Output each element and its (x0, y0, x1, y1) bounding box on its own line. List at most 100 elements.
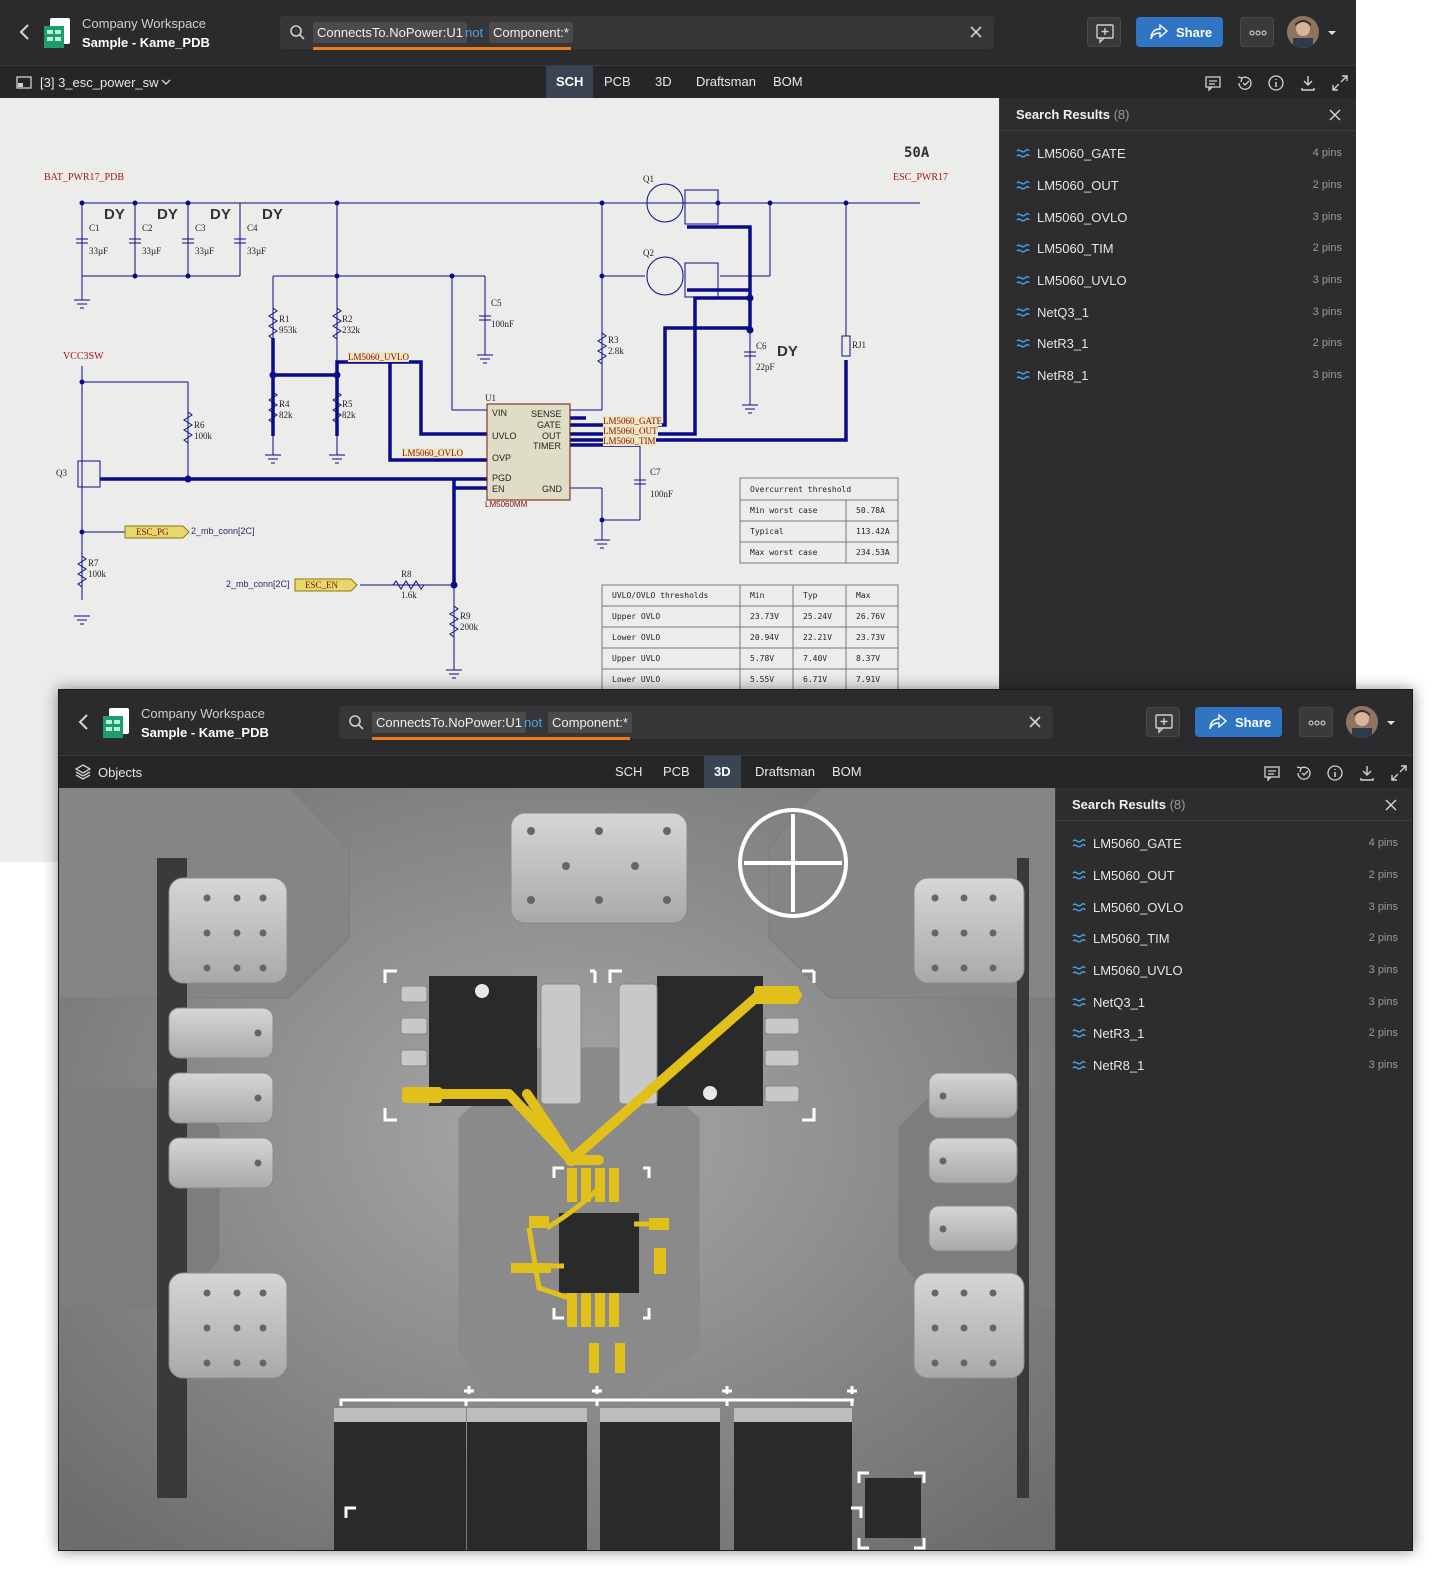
tab-draftsman[interactable]: Draftsman (686, 66, 766, 98)
component-ref[interactable]: R4 (279, 399, 290, 409)
search-result-item[interactable]: NetQ3_1 3 pins (1072, 993, 1398, 1013)
info-icon[interactable] (1326, 764, 1344, 782)
component-ref[interactable]: RJ1 (852, 340, 866, 350)
search-bar[interactable]: ConnectsTo.NoPower:U1 not Component:* (280, 16, 994, 50)
search-result-item[interactable]: LM5060_OVLO 3 pins (1072, 898, 1398, 918)
clear-search-icon[interactable] (1027, 714, 1043, 730)
search-result-item[interactable]: LM5060_TIM 2 pins (1016, 239, 1342, 259)
search-bar[interactable]: ConnectsTo.NoPower:U1 not Component:* (339, 706, 1053, 740)
net-label-tim[interactable]: LM5060_TIM (603, 436, 656, 446)
tab-bom[interactable]: BOM (822, 756, 872, 788)
net-label-ovlo[interactable]: LM5060_OVLO (402, 448, 463, 458)
fullscreen-icon[interactable] (1390, 764, 1408, 782)
project-name[interactable]: Sample - Kame_PDB (141, 725, 269, 740)
tab-3d[interactable]: 3D (704, 756, 741, 788)
close-icon[interactable] (1328, 108, 1342, 122)
chevron-down-icon[interactable] (1327, 28, 1337, 38)
project-name[interactable]: Sample - Kame_PDB (82, 35, 210, 50)
tab-pcb[interactable]: PCB (653, 756, 700, 788)
sheet-selector[interactable]: [3] 3_esc_power_sw (40, 75, 159, 90)
chevron-down-icon[interactable] (161, 79, 171, 87)
history-icon[interactable] (1295, 764, 1313, 782)
net-label-bat[interactable]: BAT_PWR17_PDB (44, 172, 124, 183)
more-options-button[interactable] (1299, 707, 1333, 737)
back-arrow-icon[interactable] (75, 710, 93, 734)
search-result-item[interactable]: NetR8_1 3 pins (1072, 1056, 1398, 1076)
search-chip-component[interactable]: Component:* (548, 712, 632, 733)
net-label-uvlo[interactable]: LM5060_UVLO (348, 352, 409, 362)
chevron-down-icon[interactable] (1386, 718, 1396, 728)
component-ref[interactable]: C6 (756, 341, 767, 351)
share-button[interactable]: Share (1195, 707, 1282, 737)
component-ref[interactable]: Q3 (56, 468, 67, 478)
port-esc-en[interactable]: ESC_EN (305, 580, 338, 590)
comments-icon[interactable] (1204, 74, 1222, 92)
tab-pcb[interactable]: PCB (594, 66, 641, 98)
component-ref[interactable]: C2 (142, 223, 153, 233)
component-ref[interactable]: C3 (195, 223, 206, 233)
component-ref[interactable]: Q2 (643, 248, 654, 258)
user-avatar[interactable] (1346, 706, 1378, 738)
user-avatar[interactable] (1287, 16, 1319, 48)
component-ref[interactable]: R2 (342, 314, 353, 324)
back-arrow-icon[interactable] (16, 20, 34, 44)
comment-button[interactable] (1146, 707, 1180, 737)
search-result-item[interactable]: LM5060_OUT 2 pins (1072, 866, 1398, 886)
workspace-name[interactable]: Company Workspace (141, 706, 265, 721)
search-result-item[interactable]: LM5060_TIM 2 pins (1072, 929, 1398, 949)
search-result-item[interactable]: LM5060_UVLO 3 pins (1016, 271, 1342, 291)
info-icon[interactable] (1267, 74, 1285, 92)
component-ref[interactable]: C4 (247, 223, 258, 233)
layers-icon[interactable] (74, 763, 92, 781)
net-label-esc-pwr[interactable]: ESC_PWR17 (893, 172, 948, 183)
net-label-vcc[interactable]: VCC3SW (63, 351, 104, 362)
search-result-item[interactable]: LM5060_GATE 4 pins (1072, 834, 1398, 854)
share-button[interactable]: Share (1136, 17, 1223, 47)
search-result-item[interactable]: NetR3_1 2 pins (1072, 1024, 1398, 1044)
download-icon[interactable] (1358, 764, 1376, 782)
close-icon[interactable] (1384, 798, 1398, 812)
off-sheet-ref[interactable]: 2_mb_conn[2C] (191, 526, 255, 536)
download-icon[interactable] (1299, 74, 1317, 92)
3d-viewport[interactable] (59, 788, 1057, 1550)
tab-sch[interactable]: SCH (605, 756, 652, 788)
comment-button[interactable] (1087, 17, 1121, 47)
component-ref[interactable]: R7 (88, 558, 99, 568)
tab-draftsman[interactable]: Draftsman (745, 756, 825, 788)
tab-sch[interactable]: SCH (546, 66, 594, 98)
component-ref[interactable]: R8 (401, 569, 412, 579)
search-result-item[interactable]: LM5060_GATE 4 pins (1016, 144, 1342, 164)
more-options-button[interactable] (1240, 17, 1274, 47)
off-sheet-ref[interactable]: 2_mb_conn[2C] (226, 579, 290, 589)
component-ref[interactable]: Q1 (643, 174, 654, 184)
component-ref[interactable]: R6 (194, 420, 205, 430)
component-ref[interactable]: U1 (485, 393, 496, 403)
search-chip-component[interactable]: Component:* (489, 22, 573, 43)
objects-label[interactable]: Objects (98, 765, 142, 780)
component-ref[interactable]: C7 (650, 467, 661, 477)
tab-bom[interactable]: BOM (763, 66, 813, 98)
search-result-item[interactable]: NetQ3_1 3 pins (1016, 303, 1342, 323)
fullscreen-icon[interactable] (1331, 74, 1349, 92)
net-label-out[interactable]: LM5060_OUT (603, 426, 658, 436)
tab-3d[interactable]: 3D (645, 66, 682, 98)
search-result-item[interactable]: LM5060_OVLO 3 pins (1016, 208, 1342, 228)
search-result-item[interactable]: NetR8_1 3 pins (1016, 366, 1342, 386)
search-chip-connects-to[interactable]: ConnectsTo.NoPower:U1 (372, 712, 526, 733)
search-result-item[interactable]: NetR3_1 2 pins (1016, 334, 1342, 354)
component-ref[interactable]: C5 (491, 298, 502, 308)
history-icon[interactable] (1236, 74, 1254, 92)
port-esc-pg[interactable]: ESC_PG (136, 527, 169, 537)
workspace-name[interactable]: Company Workspace (82, 16, 206, 31)
search-result-item[interactable]: LM5060_UVLO 3 pins (1072, 961, 1398, 981)
clear-search-icon[interactable] (968, 24, 984, 40)
component-ref[interactable]: C1 (89, 223, 100, 233)
search-result-item[interactable]: LM5060_OUT 2 pins (1016, 176, 1342, 196)
net-label-gate[interactable]: LM5060_GATE (603, 416, 662, 426)
search-chip-connects-to[interactable]: ConnectsTo.NoPower:U1 (313, 22, 467, 43)
component-ref[interactable]: R9 (460, 611, 471, 621)
component-ref[interactable]: R1 (279, 314, 290, 324)
component-ref[interactable]: R3 (608, 335, 619, 345)
comments-icon[interactable] (1263, 764, 1281, 782)
component-ref[interactable]: R5 (342, 399, 353, 409)
